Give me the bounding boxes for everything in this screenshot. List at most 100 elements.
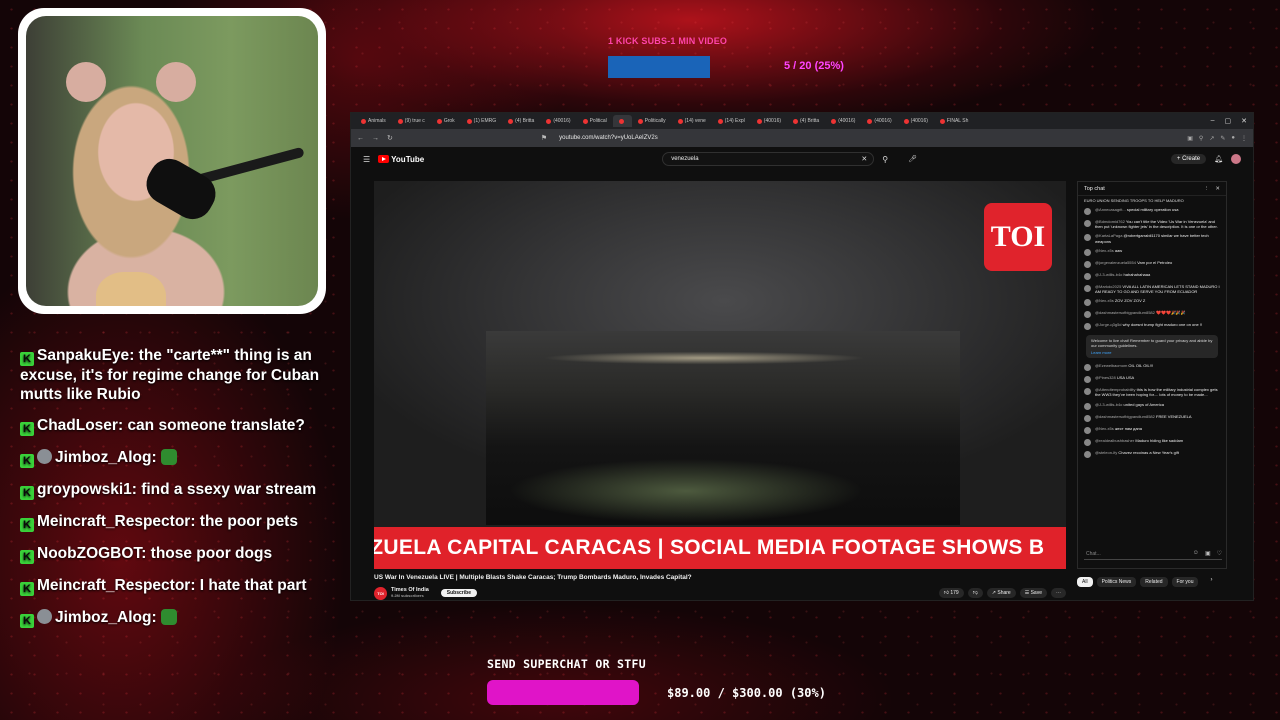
browser-tab[interactable]: FINAL Sh — [934, 115, 975, 127]
account-avatar[interactable] — [1231, 154, 1241, 164]
chatter-name[interactable]: @realdealbushbasher — [1095, 438, 1134, 443]
chatter-name[interactable]: @Annecasagrit... — [1095, 207, 1126, 212]
maximize-icon[interactable]: ▢ — [1225, 117, 1232, 125]
chatter-text: OIL OIL OIL!!! — [1128, 363, 1154, 369]
sub-goal-progress: 5 / 20 (25%) — [784, 60, 844, 72]
browser-tab[interactable]: (14) Expl — [712, 115, 751, 127]
chip-politics-news[interactable]: Politics News — [1096, 577, 1137, 587]
heart-icon[interactable]: ♡ — [1217, 550, 1222, 557]
chip-all[interactable]: All — [1077, 577, 1093, 587]
browser-tab[interactable]: Animals — [355, 115, 392, 127]
close-icon[interactable]: ✕ — [1241, 117, 1247, 125]
tab-title: (9) true c — [404, 118, 425, 124]
youtube-logo[interactable]: YouTube — [378, 155, 424, 164]
top-chat-dropdown[interactable]: Top chat — [1084, 186, 1105, 192]
save-label: Save — [1030, 590, 1042, 596]
clear-search-icon[interactable]: ✕ — [861, 155, 867, 163]
chat-username[interactable]: ChadLoser — [37, 417, 118, 434]
browser-tab[interactable] — [612, 115, 632, 127]
profile-icon[interactable]: ● — [1231, 135, 1235, 142]
chatter-avatar — [1084, 364, 1091, 372]
save-button[interactable]: ☰ Save — [1019, 588, 1047, 598]
tab-title: Politically — [644, 118, 666, 124]
browser-tab[interactable]: (40016) — [861, 115, 897, 127]
chat-more-icon[interactable]: ⋮ — [1204, 186, 1210, 192]
chat-username[interactable]: Jimboz_Alog — [55, 449, 151, 466]
chat-username[interactable]: Meincraft_Respector — [37, 577, 190, 594]
foreground-trees — [486, 451, 960, 525]
channel-avatar[interactable]: TOI — [374, 586, 387, 600]
browser-tab[interactable]: Political — [577, 115, 613, 127]
live-chat-message: @Attendtemprobability this is how the mi… — [1078, 385, 1226, 399]
search-icon[interactable]: ⚲ — [882, 155, 888, 164]
youtube-header: ☰ YouTube venezuela ✕ ⚲ 🎤︎ + Create 🔔︎ — [351, 147, 1253, 171]
forward-icon[interactable]: → — [372, 135, 379, 142]
search-input[interactable]: venezuela ✕ — [662, 152, 875, 166]
browser-tab[interactable]: (9) true c — [392, 115, 431, 127]
browser-tab[interactable]: Grok — [431, 115, 461, 127]
learn-more-link[interactable]: Learn more — [1091, 350, 1213, 355]
extensions-icon[interactable]: ✎ — [1220, 135, 1225, 142]
chatter-name[interactable]: @Pines328 — [1095, 375, 1116, 380]
chatter-avatar — [1084, 248, 1091, 256]
chatter-name[interactable]: @jorgevalenzuela5554 — [1095, 260, 1136, 265]
bookmark-icon[interactable]: ⚑ — [541, 134, 547, 142]
notifications-icon[interactable]: 🔔︎ — [1214, 155, 1223, 163]
chat-message: K Meincraft_Respector: the poor pets — [20, 512, 320, 532]
browser-tab[interactable]: (4) Britta — [787, 115, 825, 127]
chatter-name[interactable]: @Ezewelbacmom — [1095, 363, 1127, 368]
chat-text: the poor pets — [199, 513, 298, 530]
chatter-name[interactable]: @J-3-willis-b4o — [1095, 402, 1122, 407]
reload-icon[interactable]: ↻ — [387, 134, 393, 142]
live-chat-input[interactable]: Chat... ☺ ▣ ♡ — [1084, 548, 1222, 560]
url-field[interactable]: youtube.com/watch?v=yUoLAeIZV2s — [559, 135, 658, 141]
browser-tab[interactable]: (40016) — [898, 115, 934, 127]
share-icon[interactable]: ↗ — [1209, 135, 1214, 142]
browser-tab[interactable]: (40016) — [540, 115, 576, 127]
chatter-name[interactable]: @dashmastersofbigpandlum8582 — [1095, 414, 1155, 419]
chat-username[interactable]: NoobZOGBOT — [37, 545, 141, 562]
dislike-button[interactable]: 👎︎ — [967, 588, 983, 598]
supers-icon[interactable]: ▣ — [1205, 550, 1211, 557]
chatter-name[interactable]: @steleon-lfy — [1095, 450, 1117, 455]
back-icon[interactable]: ← — [357, 135, 364, 142]
create-button[interactable]: + Create — [1170, 154, 1207, 164]
cast-icon[interactable]: ▣ — [1187, 135, 1193, 142]
chat-username[interactable]: Jimboz_Alog — [55, 609, 151, 626]
browser-tab[interactable]: (4) Britta — [502, 115, 540, 127]
kick-badge-icon: K — [20, 614, 34, 628]
chatter-name[interactable]: @Nex-x5s — [1095, 248, 1114, 253]
zoom-icon[interactable]: ⚲ — [1199, 135, 1203, 142]
share-button[interactable]: ↗ Share — [986, 588, 1016, 598]
chat-close-icon[interactable]: ✕ — [1215, 186, 1220, 192]
chatter-name[interactable]: @Jorge-q3g5d — [1095, 322, 1122, 327]
chip-for-you[interactable]: For you — [1171, 577, 1199, 587]
like-button[interactable]: 👍︎ 179 — [938, 588, 964, 598]
channel-info[interactable]: Times Of India 9.2M subscribers — [391, 587, 429, 599]
chatter-name[interactable]: @J-3-willis-b4o — [1095, 272, 1122, 277]
video-player[interactable]: TOI EZUELA CAPITAL CARACAS | SOCIAL MEDI… — [374, 181, 1066, 569]
more-button[interactable]: ⋯ — [1051, 588, 1066, 598]
chip-related[interactable]: Related — [1140, 577, 1168, 587]
tab-title: (40016) — [763, 118, 782, 124]
chatter-name[interactable]: @Nex-x5s — [1095, 298, 1114, 303]
video-title: US War In Venezuela LIVE | Multiple Blas… — [374, 574, 692, 581]
browser-tab[interactable]: (14) vene — [672, 115, 712, 127]
voice-search-icon[interactable]: 🎤︎ — [908, 155, 917, 163]
chevron-right-icon[interactable]: › — [1210, 577, 1212, 587]
menu-icon[interactable]: ⋮ — [1241, 135, 1247, 142]
superchat-goal-progress: $89.00 / $300.00 (30%) — [667, 686, 826, 700]
emoji-icon[interactable]: ☺ — [1193, 550, 1199, 557]
chat-username[interactable]: Meincraft_Respector — [37, 513, 190, 530]
hamburger-icon[interactable]: ☰ — [363, 155, 370, 164]
chatter-name[interactable]: @Nex-x5s — [1095, 426, 1114, 431]
chatter-name[interactable]: @dashmastersofbigpandlum8582 — [1095, 310, 1155, 315]
chat-username[interactable]: SanpakuEye — [37, 347, 129, 364]
subscribe-button[interactable]: Subscribe — [440, 589, 477, 597]
browser-tab[interactable]: (40016) — [751, 115, 787, 127]
browser-tab[interactable]: (40016) — [825, 115, 861, 127]
chat-username[interactable]: groypowski1 — [37, 481, 132, 498]
minimize-icon[interactable]: – — [1211, 117, 1215, 125]
browser-tab[interactable]: (1) EMRG — [461, 115, 503, 127]
browser-tab[interactable]: Politically — [632, 115, 672, 127]
